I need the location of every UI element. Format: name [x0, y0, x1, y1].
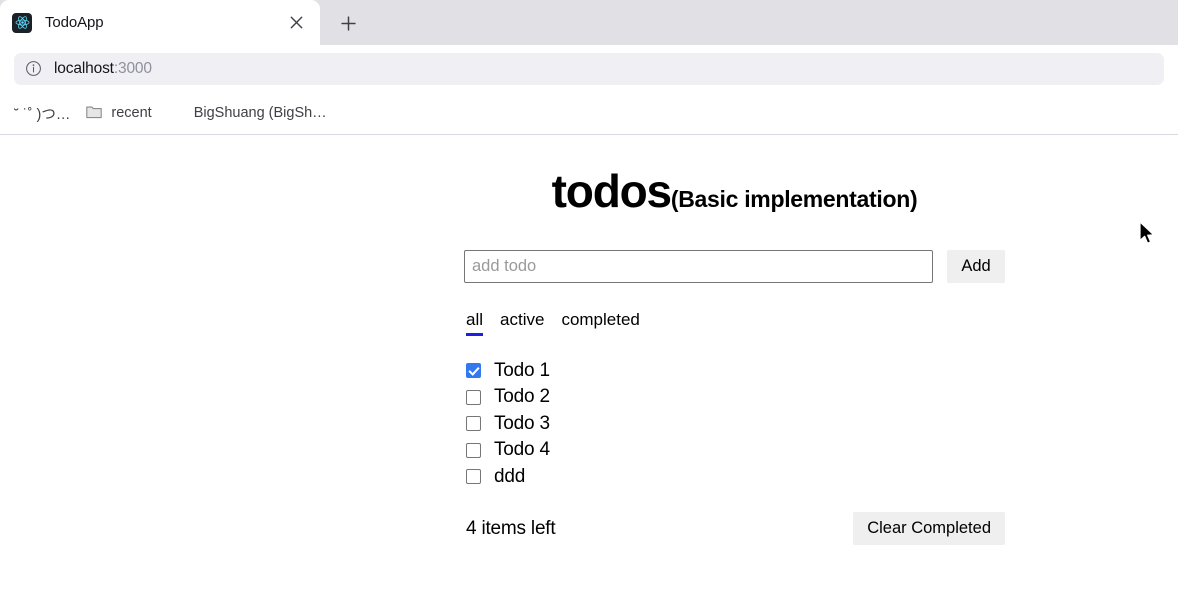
- url-text: localhost:3000: [54, 60, 152, 78]
- new-tab-button[interactable]: [328, 3, 368, 43]
- page-title-subtitle: (Basic implementation): [670, 186, 918, 212]
- bookmark-label: BigShuang (BigSh…: [193, 105, 327, 121]
- items-left-count: 4 items left: [466, 517, 556, 539]
- folder-icon: [86, 105, 103, 121]
- todo-list: Todo 1 Todo 2 Todo 3 Todo 4 ddd: [464, 336, 1005, 491]
- todo-label: Todo 4: [494, 439, 550, 461]
- todo-label: Todo 2: [494, 386, 550, 408]
- todo-list-item: Todo 4: [466, 437, 1005, 464]
- todo-label: Todo 1: [494, 359, 550, 381]
- todo-checkbox[interactable]: [466, 389, 481, 405]
- bookmark-item-bigshuang[interactable]: BigShuang (BigSh…: [186, 99, 335, 127]
- close-icon[interactable]: [282, 9, 310, 37]
- todo-app: todos(Basic implementation) Add all acti…: [464, 136, 1005, 546]
- info-circle-icon[interactable]: [25, 60, 42, 77]
- todo-label: ddd: [494, 465, 526, 487]
- filter-tab-completed[interactable]: completed: [561, 310, 639, 336]
- clear-completed-button[interactable]: Clear Completed: [853, 512, 1005, 546]
- todo-checkbox[interactable]: [466, 442, 481, 458]
- bookmark-label: recent: [111, 105, 152, 121]
- bookmarks-bar: ˘ ˙˚ )つ… recent BigShuang (BigSh…: [0, 92, 1178, 135]
- bookmark-label: ˘ ˙˚ )つ…: [14, 106, 71, 123]
- add-todo-input[interactable]: [464, 250, 933, 283]
- browser-tab-todoapp[interactable]: TodoApp: [0, 0, 320, 45]
- filter-tab-all[interactable]: all: [466, 310, 484, 336]
- filter-tab-active[interactable]: active: [500, 310, 544, 336]
- filter-tabs: all active completed: [464, 310, 1005, 336]
- bookmark-item-recent[interactable]: recent: [78, 99, 159, 127]
- react-logo-icon: [12, 12, 32, 33]
- add-todo-row: Add: [464, 250, 1005, 283]
- todo-label: Todo 3: [494, 412, 550, 434]
- todo-list-item: ddd: [466, 464, 1005, 491]
- todo-checkbox[interactable]: [466, 416, 481, 432]
- page-viewport: todos(Basic implementation) Add all acti…: [0, 136, 1178, 600]
- add-todo-button[interactable]: Add: [947, 250, 1005, 283]
- bookmark-item-kaomoji[interactable]: ˘ ˙˚ )つ…: [6, 99, 78, 127]
- todo-footer: 4 items left Clear Completed: [464, 512, 1005, 546]
- todo-checkbox[interactable]: [466, 469, 481, 485]
- todo-list-item: Todo 3: [466, 411, 1005, 438]
- page-title-main: todos: [551, 165, 672, 217]
- url-port: :3000: [113, 59, 152, 77]
- todo-list-item: Todo 1: [466, 358, 1005, 385]
- url-bar[interactable]: localhost:3000: [14, 52, 1164, 85]
- url-host: localhost: [54, 59, 114, 77]
- page-title: todos(Basic implementation): [464, 136, 1005, 214]
- tab-title: TodoApp: [45, 14, 104, 31]
- tab-strip: TodoApp: [0, 0, 1178, 45]
- navigation-bar: localhost:3000: [0, 45, 1178, 92]
- todo-checkbox[interactable]: [466, 363, 481, 379]
- browser-chrome: TodoApp localhost:3000 ˘ ˙˚)つ… recent B…: [0, 0, 1178, 135]
- todo-list-item: Todo 2: [466, 384, 1005, 411]
